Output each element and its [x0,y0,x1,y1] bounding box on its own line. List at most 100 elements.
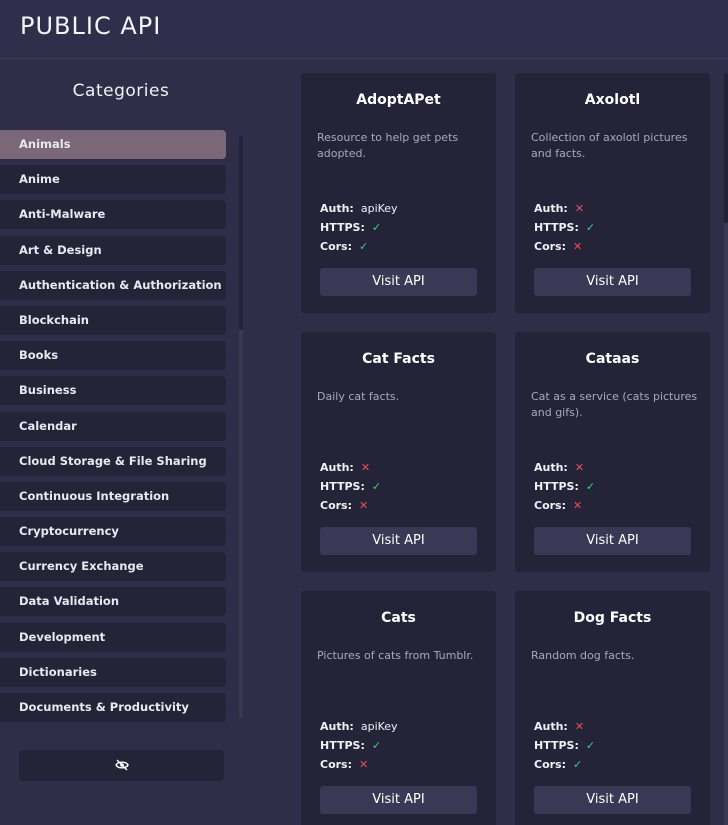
api-name: Axolotl [584,92,641,108]
cors-label: Cors: [534,240,567,253]
category-item[interactable]: Art & Design [0,235,226,265]
app-title: PUBLIC API [20,12,162,40]
api-description: Cat as a service (cats pictures and gifs… [531,390,698,419]
cors-row: Cors: ✕ [320,496,381,515]
api-name: AdoptAPet [356,92,441,108]
api-description: Pictures of cats from Tumblr. [317,649,474,662]
cors-label: Cors: [534,499,567,512]
category-item[interactable]: Blockchain [0,305,226,335]
api-description: Random dog facts. [531,649,635,662]
visit-api-button[interactable]: Visit API [320,268,477,296]
category-item[interactable]: Anime [0,165,226,195]
cors-label: Cors: [320,240,353,253]
category-item[interactable]: Animals [0,130,226,159]
visit-api-button[interactable]: Visit API [534,268,691,296]
main-scrollbar-thumb[interactable] [724,73,728,223]
https-label: HTTPS: [320,739,365,752]
auth-row: Auth: apiKey [320,717,398,736]
api-meta: Auth: apiKey HTTPS: ✓ Cors: ✓ [320,199,398,256]
cross-icon: ✕ [574,461,585,474]
cors-row: Cors: ✓ [320,237,398,256]
api-description: Collection of axolotl pictures and facts… [531,131,688,160]
auth-label: Auth: [534,720,568,733]
api-card: Cat Facts Daily cat facts. Auth: ✕ HTTPS: ✓ Co… [301,332,496,572]
api-name: Cat Facts [362,351,435,367]
https-row: HTTPS: ✓ [534,477,595,496]
api-meta: Auth: apiKey HTTPS: ✓ Cors: ✕ [320,717,398,774]
check-icon: ✓ [371,221,382,234]
cors-row: Cors: ✕ [534,496,595,515]
app-header: PUBLIC API [0,0,728,59]
auth-row: Auth: apiKey [320,199,398,218]
check-icon: ✓ [573,758,583,771]
category-item[interactable]: Continuous Integration [0,481,226,511]
https-label: HTTPS: [320,480,365,493]
api-description: Resource to help get pets adopted. [317,131,459,160]
main-scrollbar[interactable] [724,73,728,825]
check-icon: ✓ [585,480,596,493]
cross-icon: ✕ [359,499,369,512]
auth-label: Auth: [320,720,354,733]
https-label: HTTPS: [534,480,579,493]
https-row: HTTPS: ✓ [320,477,381,496]
sidebar-title: Categories [72,81,170,101]
category-item[interactable]: Business [0,376,226,406]
visit-api-button[interactable]: Visit API [320,786,477,814]
api-name: Dog Facts [573,610,652,626]
category-item[interactable]: Calendar [0,411,226,441]
check-icon: ✓ [371,739,382,752]
category-item[interactable]: Books [0,341,226,371]
cross-icon: ✕ [574,202,585,215]
visit-api-button[interactable]: Visit API [534,527,691,555]
category-list: Animals Anime Anti-Malware Art & Design Auth… [0,130,226,728]
api-card-grid: AdoptAPet Resource to help get pets adopt… [258,60,728,825]
api-card: Cataas Cat as a service (cats pictures an… [515,332,710,572]
https-label: HTTPS: [534,221,579,234]
auth-label: Auth: [320,461,354,474]
api-card: Dog Facts Random dog facts. Auth: ✕ HTTPS: ✓ C… [515,591,710,825]
sidebar-scrollbar[interactable] [239,136,243,718]
api-card: AdoptAPet Resource to help get pets adopt… [301,73,496,313]
category-item[interactable]: Anti-Malware [0,200,226,230]
category-item[interactable]: Currency Exchange [0,552,226,582]
https-row: HTTPS: ✓ [534,736,595,755]
category-item[interactable]: Authentication & Authorization [0,270,226,300]
cors-label: Cors: [320,758,353,771]
category-item[interactable]: Dictionaries [0,657,226,687]
auth-row: Auth: ✕ [534,717,595,736]
cross-icon: ✕ [573,240,583,253]
auth-label: Auth: [534,461,568,474]
cross-icon: ✕ [359,758,369,771]
api-name: Cats [381,610,416,626]
cross-icon: ✕ [574,720,585,733]
category-item[interactable]: Cryptocurrency [0,517,226,547]
auth-row: Auth: ✕ [534,199,595,218]
auth-row: Auth: ✕ [534,458,595,477]
category-item[interactable]: Data Validation [0,587,226,617]
hide-sidebar-button[interactable] [19,750,224,781]
category-item[interactable]: Documents & Productivity [0,693,226,722]
https-row: HTTPS: ✓ [320,218,398,237]
category-item[interactable]: Cloud Storage & File Sharing [0,446,226,476]
api-meta: Auth: ✕ HTTPS: ✓ Cors: ✕ [320,458,381,515]
cross-icon: ✕ [360,461,371,474]
cors-row: Cors: ✕ [534,237,595,256]
category-item[interactable]: Development [0,622,226,652]
check-icon: ✓ [371,480,382,493]
https-label: HTTPS: [534,739,579,752]
api-description: Daily cat facts. [317,390,400,403]
check-icon: ✓ [585,221,596,234]
check-icon: ✓ [585,739,596,752]
visit-api-button[interactable]: Visit API [320,527,477,555]
https-row: HTTPS: ✓ [320,736,398,755]
api-card: Cats Pictures of cats from Tumblr. Auth: ap… [301,591,496,825]
auth-value: apiKey [360,720,398,733]
api-name: Cataas [585,351,640,367]
api-meta: Auth: ✕ HTTPS: ✓ Cors: ✕ [534,458,595,515]
https-label: HTTPS: [320,221,365,234]
visit-api-button[interactable]: Visit API [534,786,691,814]
sidebar-scrollbar-thumb[interactable] [239,136,243,330]
check-icon: ✓ [359,240,369,253]
api-meta: Auth: ✕ HTTPS: ✓ Cors: ✓ [534,717,595,774]
api-meta: Auth: ✕ HTTPS: ✓ Cors: ✕ [534,199,595,256]
